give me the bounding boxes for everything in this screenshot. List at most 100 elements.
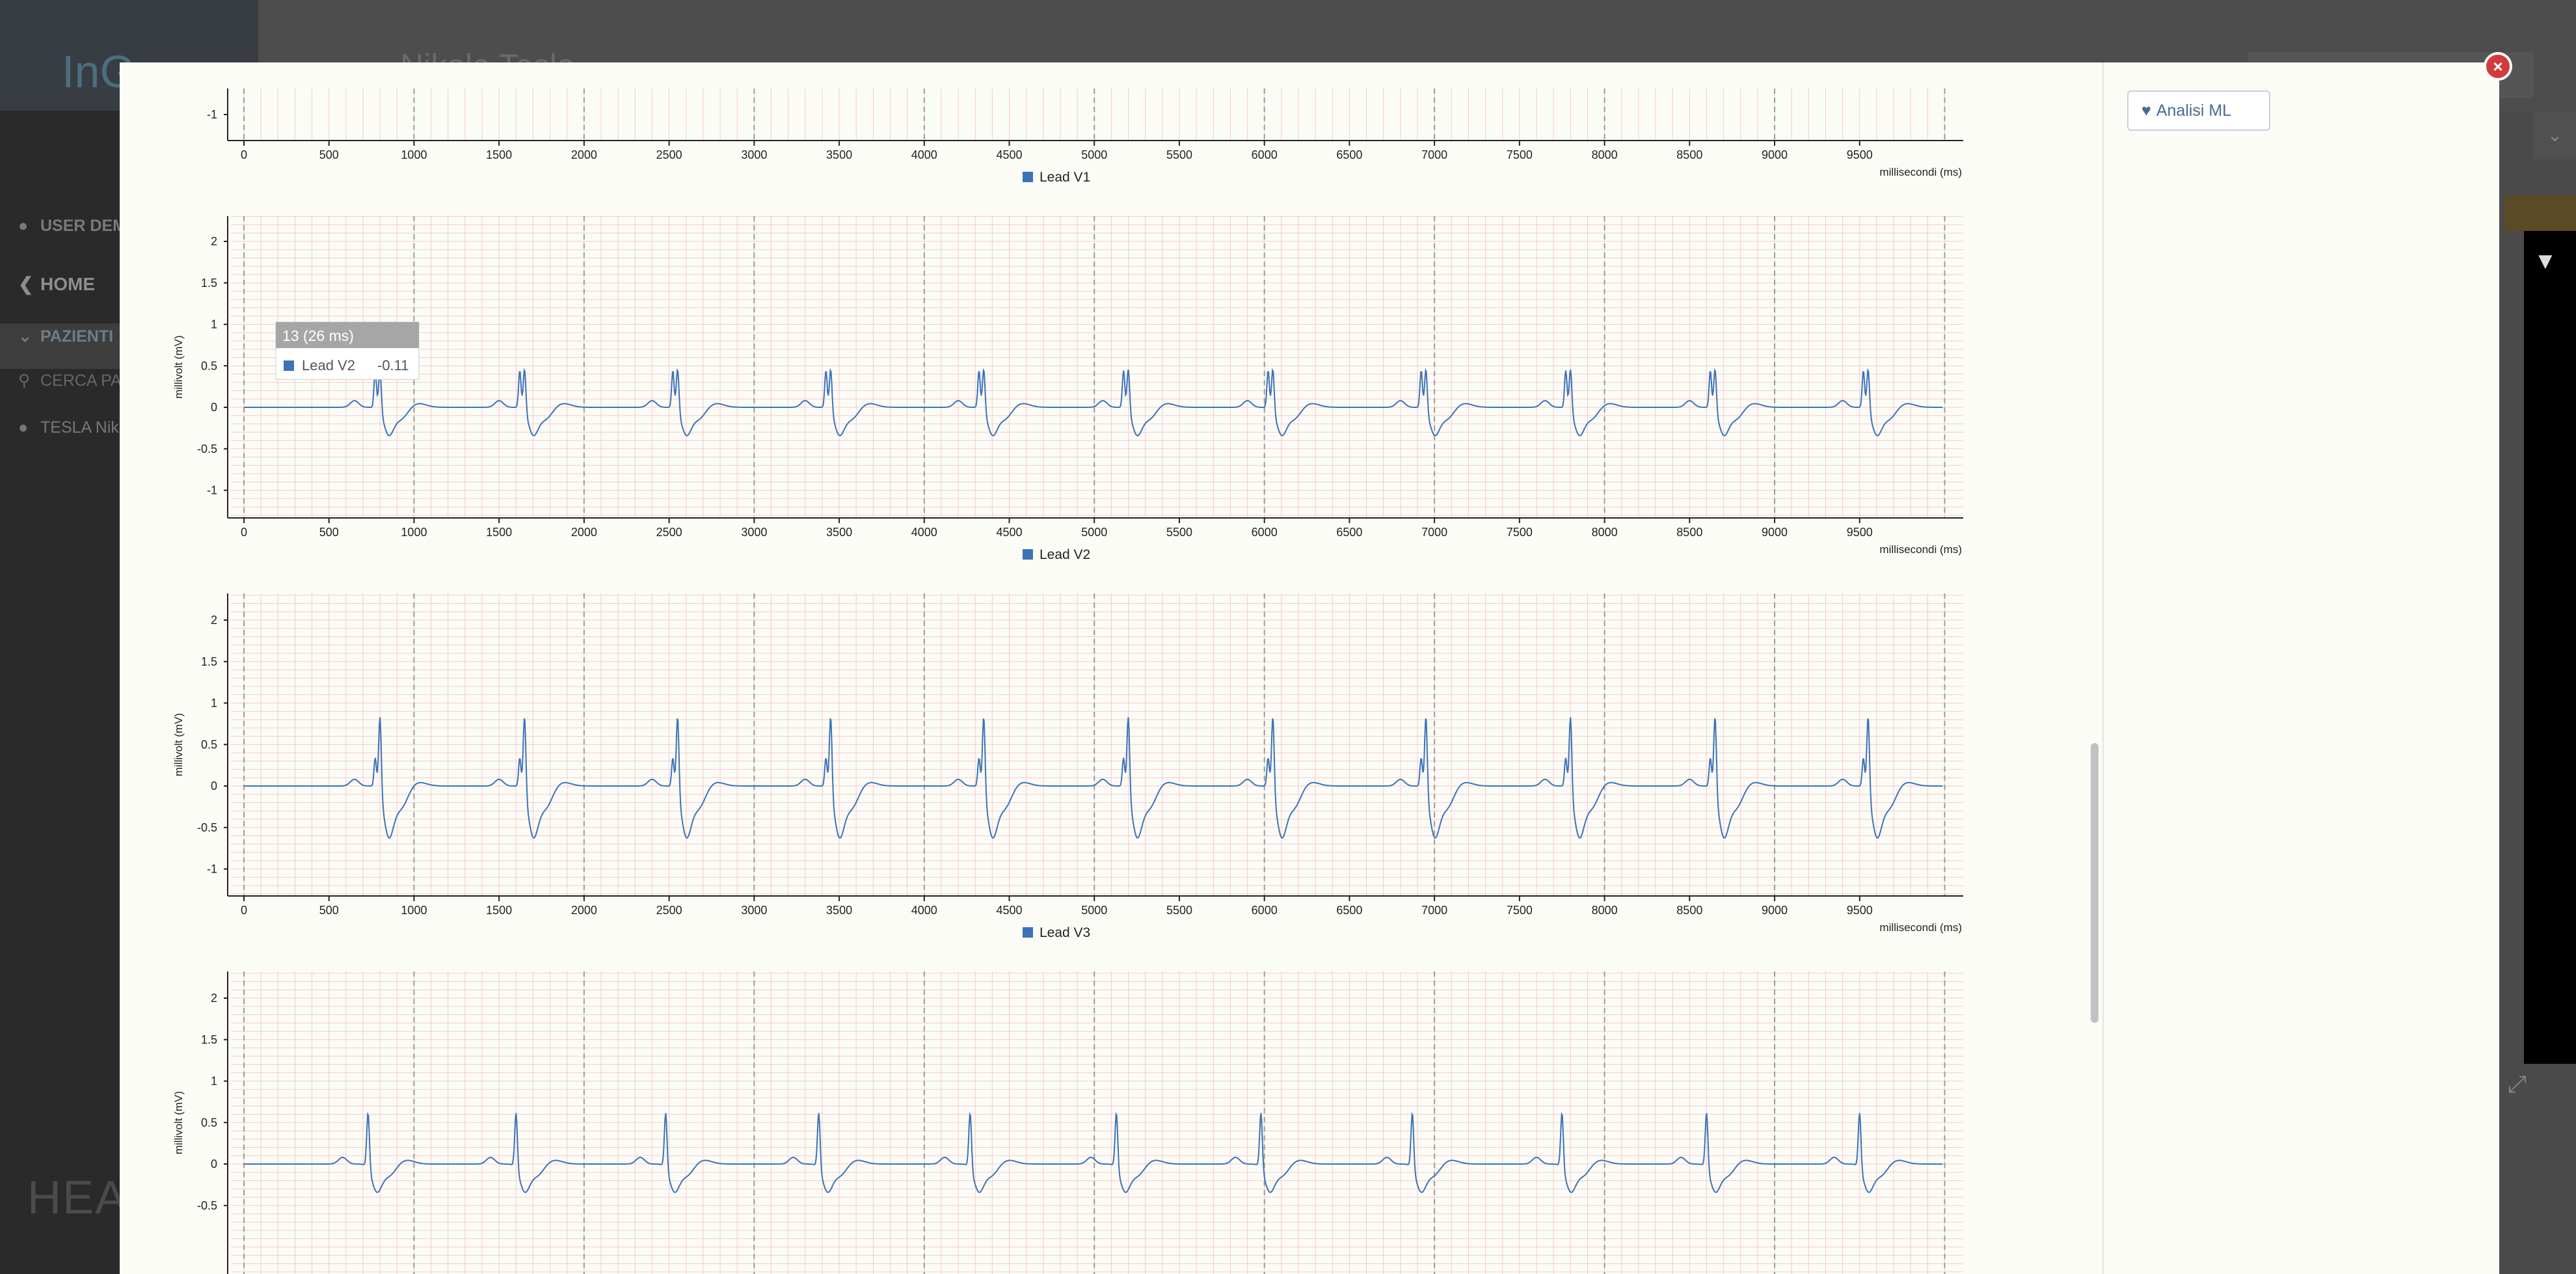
x-tick-label: 9500 [1847,148,1873,161]
x-tick-label: 8500 [1676,148,1702,161]
x-axis-label: millisecondi (ms) [1879,166,1962,178]
user-icon: ● [18,418,29,437]
x-axis-label: millisecondi (ms) [1879,543,1962,556]
y-tick-label: 2 [211,235,217,248]
x-tick-label: 9000 [1762,904,1788,917]
analisi-ml-button[interactable]: ♥ Analisi ML [2127,90,2270,131]
ecg-modal: -1 0 500 1000 1500 2000 2500 3000 3500 4000 4500 50… [120,62,2499,1274]
x-tick-label: 7500 [1507,148,1533,161]
y-tick-label: 2 [211,614,217,627]
filter-icon: ▼ [2534,247,2557,274]
y-tick-label: 1 [211,697,217,710]
x-tick-label: 0 [241,904,247,917]
x-tick-label: 4000 [911,148,937,161]
x-tick-label: 2000 [571,526,597,539]
search-icon: ⚲ [18,372,31,390]
expand-icon: ⤢ [2508,1070,2527,1097]
x-tick-label: 9000 [1762,526,1788,539]
legend-label: Lead V1 [1040,170,1090,185]
ecg-chart-3: 2 1.5 1 0.5 0 -0.5 millivolt (mV) Lead V3 [172,925,1963,1274]
y-tick-label: -1 [207,484,217,497]
ecg-chart-1: 2 1.5 1 0.5 0 -0.5 -1 millivolt (mV) 0 500 1000 150… [172,170,1963,556]
x-tick-label: 1500 [486,148,512,161]
chevron-left-icon: ❮ [18,274,34,294]
x-tick-label: 6500 [1336,148,1362,161]
x-tick-label: 3000 [741,904,767,917]
x-tick-label: 0 [241,148,247,161]
y-tick-label: 0.5 [201,359,217,372]
y-tick-label: 1.5 [201,1033,217,1046]
legend-swatch [1023,549,1033,560]
y-tick-label: -0.5 [197,1199,217,1212]
x-tick-label: 4500 [997,148,1023,161]
analisi-ml-label: Analisi ML [2156,102,2232,120]
background-panel [2524,231,2576,1064]
close-button[interactable]: × [2484,52,2512,81]
x-tick-label: 4500 [997,526,1023,539]
tooltip-header: 13 (26 ms) [282,327,354,344]
user-icon: ● [18,217,29,235]
x-tick-label: 8000 [1592,148,1618,161]
x-tick-label: 7500 [1507,904,1533,917]
x-tick-label: 7000 [1421,526,1447,539]
x-tick-label: 1000 [401,148,427,161]
x-tick-label: 2000 [571,148,597,161]
chevron-down-icon: ⌄ [2534,111,2576,159]
x-tick-label: 4000 [911,526,937,539]
y-tick-label: 0 [211,401,217,414]
x-tick-label: 2500 [656,148,682,161]
y-tick-label: -0.5 [197,821,217,834]
nav-patient-label: TESLA Niko [40,418,128,437]
x-tick-label: 7000 [1421,904,1447,917]
x-axis-label: millisecondi (ms) [1879,921,1962,934]
x-tick-label: 5000 [1081,148,1107,161]
y-tick-label: -0.5 [197,442,217,455]
legend-label: Lead V2 [1040,547,1090,562]
y-tick-label: 1 [211,318,217,331]
x-tick-label: 3000 [741,526,767,539]
panel-divider [2102,62,2104,1274]
x-tick-label: 5000 [1081,526,1107,539]
scrollbar-thumb[interactable] [2091,743,2099,1023]
x-tick-label: 5500 [1166,904,1192,917]
tooltip-value: -0.11 [377,357,409,373]
x-tick-label: 6000 [1252,148,1278,161]
x-tick-label: 5000 [1081,904,1107,917]
x-tick-label: 8500 [1676,526,1702,539]
x-tick-label: 3000 [741,148,767,161]
heart-pulse-icon: ♥ [2141,102,2151,120]
x-tick-label: 9500 [1847,904,1873,917]
x-tick-label: 5500 [1166,148,1192,161]
x-tick-label: 8000 [1592,526,1618,539]
x-tick-label: 8000 [1592,904,1618,917]
y-tick-label: 2 [211,992,217,1005]
x-tick-label: 1000 [401,904,427,917]
y-axis-label: millivolt (mV) [172,713,185,776]
y-tick-label: 1 [211,1075,217,1088]
x-tick-label: 1000 [401,526,427,539]
x-tick-label: 3500 [826,904,852,917]
x-tick-label: 6000 [1252,904,1278,917]
scrollbar-track[interactable] [2089,62,2100,1274]
tooltip: 13 (26 ms) Lead V2 -0.11 [275,321,420,380]
y-tick-label: 1.5 [201,277,217,290]
nav-cerca-label: CERCA PA [40,372,122,390]
y-axis-label: millivolt (mV) [172,1091,185,1154]
x-tick-label: 2500 [656,526,682,539]
x-tick-label: 3500 [826,148,852,161]
x-tick-label: 3500 [826,526,852,539]
x-tick-label: 6000 [1252,526,1278,539]
x-tick-label: 7000 [1421,148,1447,161]
x-tick-label: 2500 [656,904,682,917]
ecg-chart-2: 2 1.5 1 0.5 0 -0.5 -1 millivolt (mV) 0 500 1000 150… [172,547,1963,934]
legend-swatch [1023,172,1033,182]
y-tick-label: 0 [211,779,217,793]
legend-label: Lead V3 [1040,925,1090,940]
x-tick-label: 500 [319,526,339,539]
y-tick-label: 0.5 [201,1116,217,1129]
nav-pazienti-label: PAZIENTI [40,327,114,346]
y-tick-label: -1 [207,863,217,876]
tooltip-swatch [284,360,294,371]
ecg-charts: -10 500 1000 1500 2000 2500 3000 3500 4000 4500 50… [172,88,1963,1274]
x-tick-label: 8500 [1676,904,1702,917]
